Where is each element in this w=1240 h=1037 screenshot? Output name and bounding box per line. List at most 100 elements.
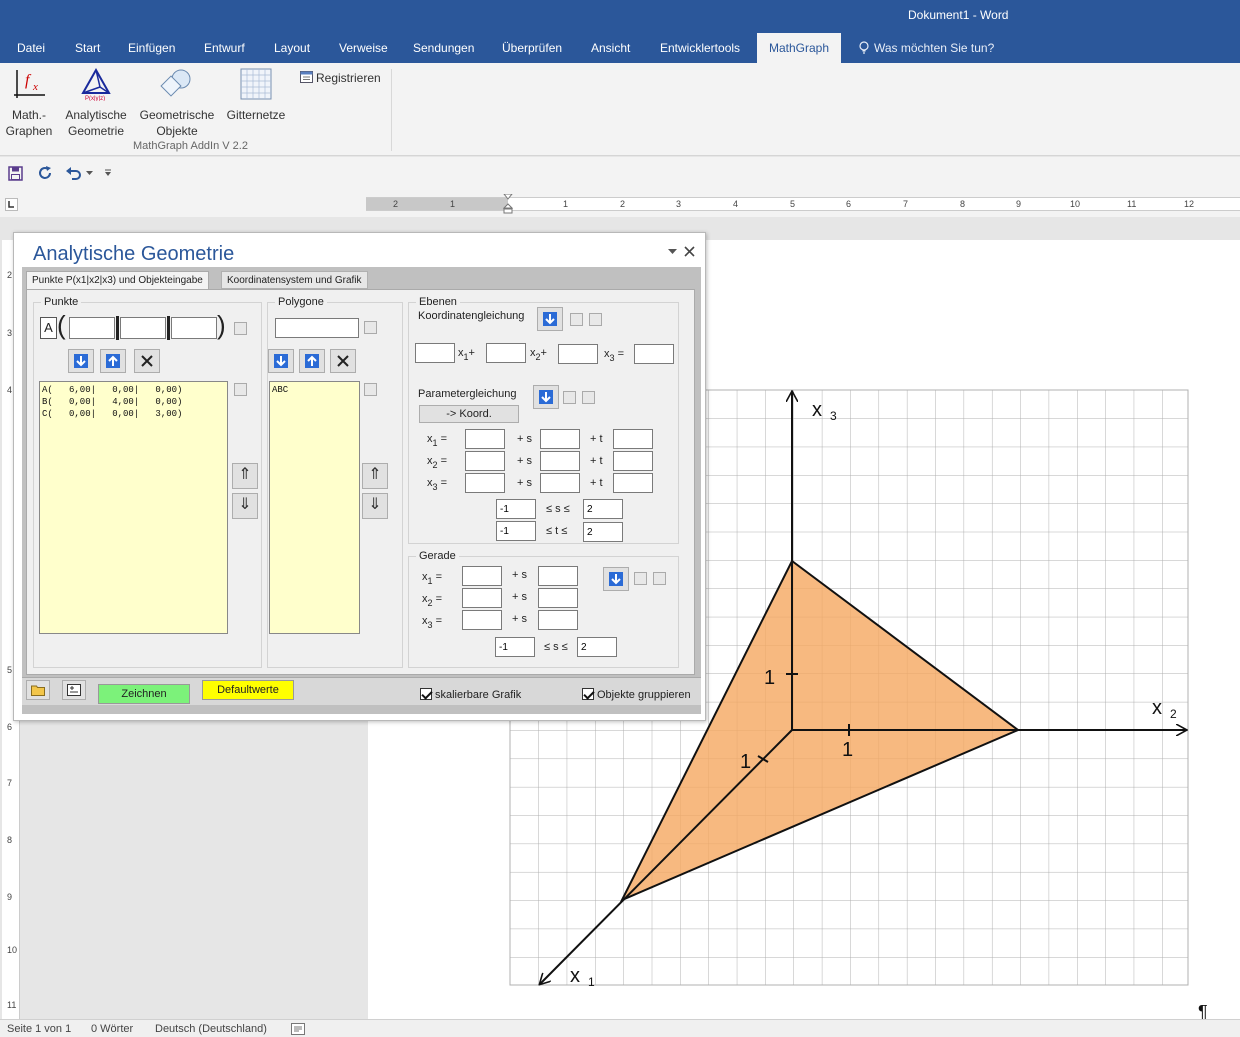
polygone-list-checkbox[interactable] xyxy=(364,383,377,396)
polygon-checkbox[interactable] xyxy=(364,321,377,334)
undo-icon[interactable] xyxy=(66,166,82,180)
param-x2-s-input[interactable] xyxy=(540,451,580,471)
polygon-input[interactable] xyxy=(275,318,359,338)
param-x3-t-input[interactable] xyxy=(613,473,653,493)
geometrische-objekte-label-2: Objekte xyxy=(156,124,198,138)
gerade-x1-s-input[interactable] xyxy=(538,566,578,586)
coord-x1-input[interactable] xyxy=(69,317,115,339)
punkte-down-button[interactable] xyxy=(68,349,94,373)
undo-dropdown-icon[interactable] xyxy=(86,171,93,176)
tab-start[interactable]: Start xyxy=(75,41,100,55)
tab-entwurf[interactable]: Entwurf xyxy=(204,41,245,55)
gerade-s-max[interactable] xyxy=(577,637,617,657)
tab-stop-icon[interactable] xyxy=(5,198,18,211)
param-x1-base[interactable] xyxy=(465,429,505,449)
polygone-list[interactable]: ABC xyxy=(269,381,360,634)
polygon-down-button[interactable] xyxy=(268,349,294,373)
gitternetze-button[interactable]: Gitternetze xyxy=(224,67,288,123)
param-x2-base[interactable] xyxy=(465,451,505,471)
skalierbare-grafik-checkbox[interactable]: skalierbare Grafik xyxy=(420,688,521,701)
analytische-geometrie-button[interactable]: P(x|y|z) Analytische Geometrie xyxy=(60,67,132,139)
save-icon[interactable] xyxy=(8,166,23,181)
tab-ansicht[interactable]: Ansicht xyxy=(591,41,630,55)
tab-mathgraph[interactable]: MathGraph xyxy=(757,33,842,63)
polygone-move-up-button[interactable]: ⇑ xyxy=(362,463,388,489)
gerade-x2-s-input[interactable] xyxy=(538,588,578,608)
tab-verweise[interactable]: Verweise xyxy=(339,41,388,55)
gerade-checkbox-1[interactable] xyxy=(634,572,647,585)
param-s-max[interactable] xyxy=(583,499,623,519)
param-x1-s-input[interactable] xyxy=(540,429,580,449)
koord-checkbox-2[interactable] xyxy=(589,313,602,326)
folder-icon xyxy=(31,685,45,696)
polygon-delete-button[interactable] xyxy=(330,349,356,373)
koord-d-input[interactable] xyxy=(634,344,674,364)
geometrische-objekte-button[interactable]: Geometrische Objekte xyxy=(138,67,216,139)
customize-qat-icon[interactable] xyxy=(104,169,112,177)
tab-datei[interactable]: Datei xyxy=(17,41,45,55)
math-graphen-button[interactable]: f x Math.- Graphen xyxy=(4,67,54,139)
vruler-number: 6 xyxy=(7,722,13,732)
param-x3-s-input[interactable] xyxy=(540,473,580,493)
param-add-button[interactable] xyxy=(533,385,559,409)
koord-a-input[interactable] xyxy=(415,343,455,363)
param-x3-base[interactable] xyxy=(465,473,505,493)
param-s-min[interactable] xyxy=(496,499,536,519)
punkte-up-button[interactable] xyxy=(100,349,126,373)
gerade-x1-base[interactable] xyxy=(462,566,502,586)
open-file-button[interactable] xyxy=(26,680,50,700)
coord-x2-input[interactable] xyxy=(120,317,166,339)
koord-add-button[interactable] xyxy=(537,307,563,331)
param-checkbox-2[interactable] xyxy=(582,391,595,404)
zeichnen-button[interactable]: Zeichnen xyxy=(98,684,190,704)
tab-punkte-objekteingabe[interactable]: Punkte P(x1|x2|x3) und Objekteingabe xyxy=(26,271,209,290)
horizontal-ruler[interactable]: 2 1 1 2 3 4 5 6 7 8 9 10 11 12 xyxy=(366,194,1240,214)
tab-ueberpruefen[interactable]: Überprüfen xyxy=(502,41,562,55)
koord-b-input[interactable] xyxy=(486,343,526,363)
status-words[interactable]: 0 Wörter xyxy=(91,1023,133,1035)
param-x2-t-input[interactable] xyxy=(613,451,653,471)
indent-marker-icon[interactable] xyxy=(503,194,513,214)
punkte-move-up-button[interactable]: ⇑ xyxy=(232,463,258,489)
tab-sendungen[interactable]: Sendungen xyxy=(413,41,474,55)
koord-c-input[interactable] xyxy=(558,344,598,364)
param-t-min[interactable] xyxy=(496,521,536,541)
proofing-icon[interactable] xyxy=(291,1023,305,1035)
defaultwerte-button[interactable]: Defaultwerte xyxy=(202,680,294,700)
param-checkbox-1[interactable] xyxy=(563,391,576,404)
punkte-list-checkbox[interactable] xyxy=(234,383,247,396)
gerade-checkbox-2[interactable] xyxy=(653,572,666,585)
options-button[interactable] xyxy=(62,680,86,700)
tab-einfuegen[interactable]: Einfügen xyxy=(128,41,175,55)
gerade-add-button[interactable] xyxy=(603,567,629,591)
coord-x3-input[interactable] xyxy=(171,317,217,339)
gerade-x2-base[interactable] xyxy=(462,588,502,608)
objekte-gruppieren-checkbox[interactable]: Objekte gruppieren xyxy=(582,688,691,701)
tab-koordinatensystem-grafik[interactable]: Koordinatensystem und Grafik xyxy=(221,271,368,289)
status-page[interactable]: Seite 1 von 1 xyxy=(7,1023,71,1035)
punkte-delete-button[interactable] xyxy=(134,349,160,373)
punkte-move-down-button[interactable]: ⇓ xyxy=(232,493,258,519)
registrieren-button[interactable]: Registrieren xyxy=(300,70,381,86)
gerade-s-min[interactable] xyxy=(495,637,535,657)
param-x2-t: + t xyxy=(590,455,603,467)
polygone-move-down-button[interactable]: ⇓ xyxy=(362,493,388,519)
to-koord-button[interactable]: -> Koord. xyxy=(419,405,519,423)
refresh-icon[interactable] xyxy=(37,165,53,181)
tab-layout[interactable]: Layout xyxy=(274,41,310,55)
koord-checkbox-1[interactable] xyxy=(570,313,583,326)
status-language[interactable]: Deutsch (Deutschland) xyxy=(155,1023,267,1035)
polygon-up-button[interactable] xyxy=(299,349,325,373)
close-icon[interactable] xyxy=(684,246,695,257)
gerade-x3-s-input[interactable] xyxy=(538,610,578,630)
tell-me-search[interactable]: Was möchten Sie tun? xyxy=(858,41,994,55)
param-t-max[interactable] xyxy=(583,522,623,542)
panel-menu-icon[interactable] xyxy=(668,249,677,255)
point-name-field[interactable]: A xyxy=(40,317,57,339)
tab-entwicklertools[interactable]: Entwicklertools xyxy=(660,41,740,55)
punkte-list[interactable]: A( 6,00| 0,00| 0,00) B( 0,00| 4,00| 0,00… xyxy=(39,381,228,634)
gerade-x3-base[interactable] xyxy=(462,610,502,630)
param-x1-t-input[interactable] xyxy=(613,429,653,449)
punkte-checkbox[interactable] xyxy=(234,322,247,335)
punkte-group: Punkte A ( ) A( 6,00| 0,00| 0,00) B( 0,0… xyxy=(33,296,262,668)
